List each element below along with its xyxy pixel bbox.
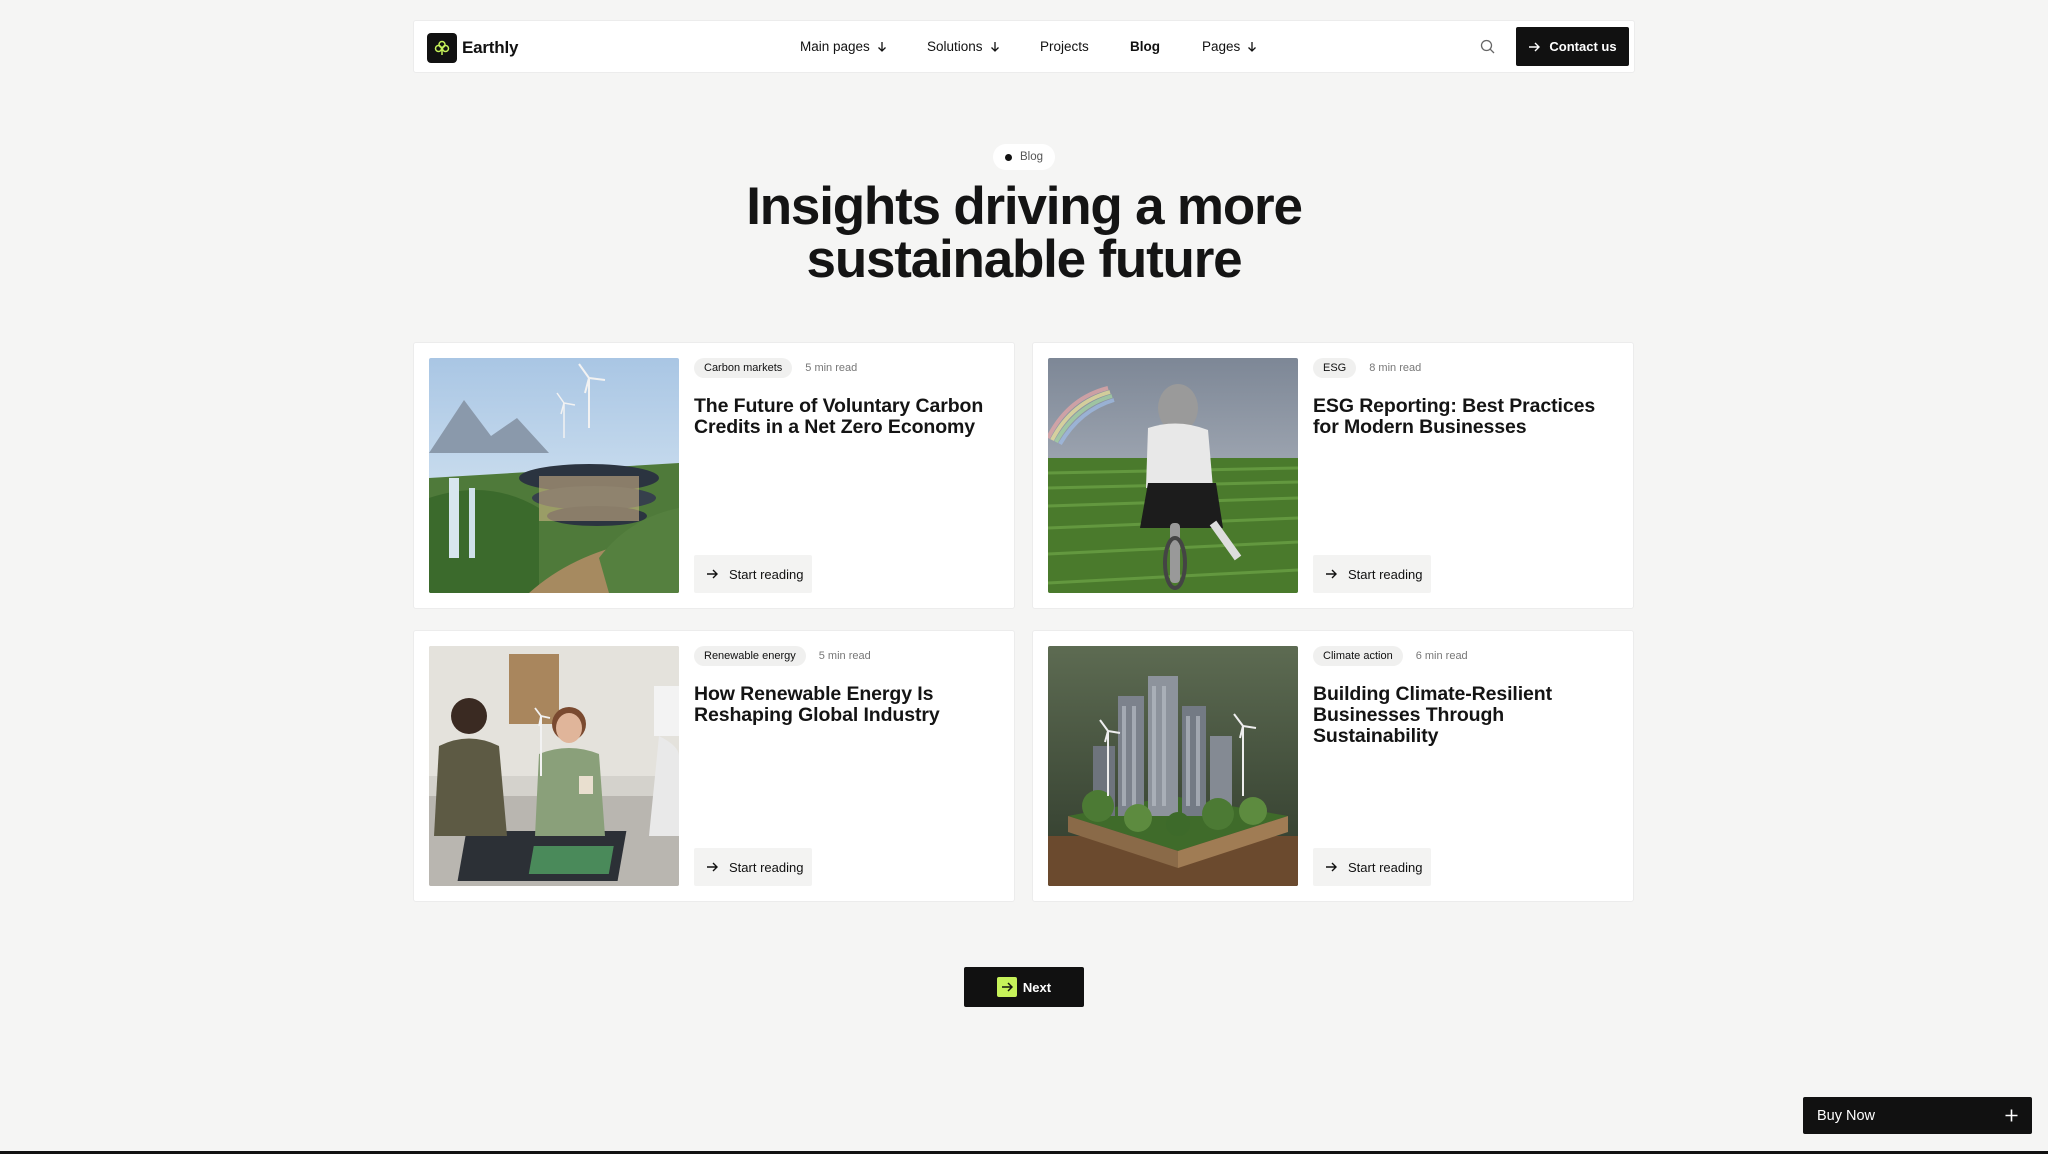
blog-card-carbon-credits[interactable]: Carbon markets 5 min read The Future of … (413, 342, 1015, 609)
section-eyebrow-badge: Blog (993, 144, 1055, 170)
search-icon (1480, 39, 1495, 54)
search-button[interactable] (1478, 37, 1498, 57)
category-tag[interactable]: Carbon markets (694, 358, 793, 378)
start-reading-label: Start reading (1348, 566, 1423, 582)
read-time: 5 min read (818, 650, 871, 662)
nav-item-main-pages[interactable]: Main pages (800, 39, 887, 54)
contact-us-button[interactable]: Contact us (1516, 27, 1629, 66)
buy-now-button[interactable]: Buy Now (1803, 1097, 2032, 1134)
nav-item-blog[interactable]: Blog (1130, 39, 1160, 54)
start-reading-button[interactable]: Start reading (694, 848, 812, 886)
start-reading-button[interactable]: Start reading (694, 555, 812, 593)
start-reading-label: Start reading (1348, 859, 1423, 875)
arrow-right-icon (707, 862, 718, 872)
read-time: 8 min read (1369, 362, 1422, 374)
start-reading-button[interactable]: Start reading (1313, 555, 1431, 593)
nav-item-label: Projects (1040, 39, 1089, 54)
next-page-button[interactable]: Next (964, 967, 1084, 1007)
brand-logo[interactable]: Earthly (427, 33, 518, 63)
nav-item-projects[interactable]: Projects (1040, 39, 1089, 54)
contact-us-label: Contact us (1549, 39, 1617, 54)
card-meta: Carbon markets 5 min read (694, 358, 999, 378)
blog-card-renewable-energy[interactable]: Renewable energy 5 min read How Renewabl… (413, 630, 1015, 902)
card-title[interactable]: The Future of Voluntary Carbon Credits i… (694, 396, 999, 438)
start-reading-label: Start reading (729, 566, 804, 582)
card-image-office-meeting[interactable] (429, 646, 679, 886)
arrow-down-icon (990, 42, 999, 52)
card-image-child-on-bike[interactable] (1048, 358, 1298, 593)
nav-item-label: Main pages (800, 39, 870, 54)
card-body: Climate action 6 min read Building Clima… (1313, 646, 1618, 886)
blog-card-esg-reporting[interactable]: ESG 8 min read ESG Reporting: Best Pract… (1032, 342, 1634, 609)
arrow-right-icon (1326, 862, 1337, 872)
blog-card-climate-resilient[interactable]: Climate action 6 min read Building Clima… (1032, 630, 1634, 902)
page-title: Insights driving a more sustainable futu… (624, 180, 1424, 286)
next-page-label: Next (1022, 979, 1052, 995)
category-tag[interactable]: ESG (1313, 358, 1357, 378)
buy-now-label: Buy Now (1817, 1107, 1876, 1124)
card-image-futuristic-house[interactable] (429, 358, 679, 593)
card-title[interactable]: How Renewable Energy Is Reshaping Global… (694, 684, 999, 726)
nav-item-label: Solutions (927, 39, 983, 54)
page-title-line-1: Insights driving a more (746, 177, 1303, 236)
dot-icon (1004, 153, 1012, 161)
arrow-right-icon (1326, 569, 1337, 579)
nav-item-label: Blog (1130, 39, 1160, 54)
leaf-logo-icon (427, 33, 457, 63)
read-time: 5 min read (805, 362, 858, 374)
card-meta: Climate action 6 min read (1313, 646, 1618, 666)
eyebrow-label: Blog (1019, 151, 1044, 163)
main-menu: Main pages Solutions Projects Blog Pages (414, 21, 1634, 74)
brand-name: Earthly (462, 38, 519, 57)
plus-icon (2005, 1109, 2018, 1122)
arrow-down-icon (1248, 42, 1257, 52)
card-image-miniature-city[interactable] (1048, 646, 1298, 886)
card-meta: ESG 8 min read (1313, 358, 1618, 378)
arrow-right-icon (996, 977, 1017, 997)
category-tag[interactable]: Renewable energy (694, 646, 806, 666)
arrow-right-icon (707, 569, 718, 579)
nav-item-solutions[interactable]: Solutions (927, 39, 1000, 54)
page-title-line-2: sustainable future (806, 230, 1243, 289)
top-navbar: Earthly Main pages Solutions Projects Bl… (413, 20, 1635, 73)
nav-item-pages[interactable]: Pages (1202, 39, 1257, 54)
card-body: Renewable energy 5 min read How Renewabl… (694, 646, 999, 886)
read-time: 6 min read (1415, 650, 1468, 662)
arrow-down-icon (877, 42, 886, 52)
card-meta: Renewable energy 5 min read (694, 646, 999, 666)
nav-item-label: Pages (1202, 39, 1241, 54)
card-title[interactable]: Building Climate-Resilient Businesses Th… (1313, 684, 1618, 747)
start-reading-label: Start reading (729, 859, 804, 875)
category-tag[interactable]: Climate action (1313, 646, 1403, 666)
card-body: ESG 8 min read ESG Reporting: Best Pract… (1313, 358, 1618, 593)
card-body: Carbon markets 5 min read The Future of … (694, 358, 999, 593)
start-reading-button[interactable]: Start reading (1313, 848, 1431, 886)
arrow-right-icon (1529, 42, 1541, 51)
card-title[interactable]: ESG Reporting: Best Practices for Modern… (1313, 396, 1618, 438)
